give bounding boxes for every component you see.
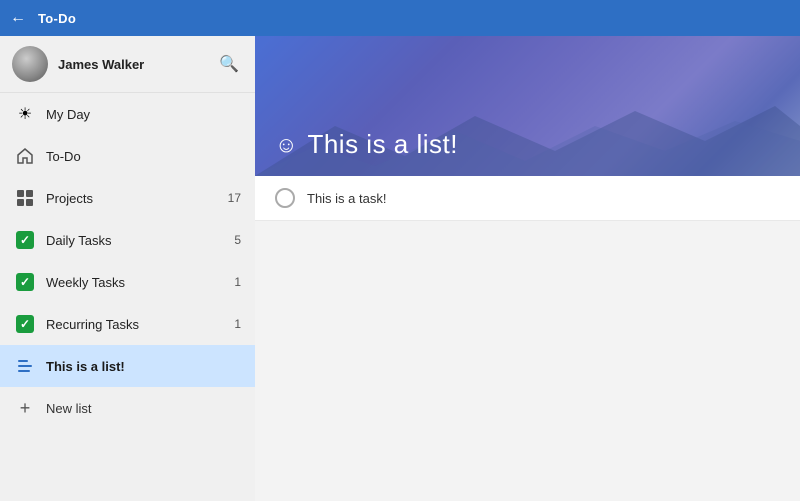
sidebar-item-label: Projects: [46, 191, 224, 206]
daily-tasks-count: 5: [234, 233, 241, 247]
table-row[interactable]: This is a task!: [255, 176, 800, 221]
sidebar-item-recurring-tasks[interactable]: Recurring Tasks 1: [0, 303, 255, 345]
back-button[interactable]: ←: [10, 9, 26, 27]
sidebar-header: James Walker 🔍: [0, 36, 255, 93]
sidebar-item-label: To-Do: [46, 149, 241, 164]
search-icon[interactable]: 🔍: [215, 50, 243, 78]
recurring-tasks-count: 1: [234, 317, 241, 331]
sidebar-item-weekly-tasks[interactable]: Weekly Tasks 1: [0, 261, 255, 303]
sidebar-item-label: Weekly Tasks: [46, 275, 230, 290]
content-title: This is a list!: [307, 129, 458, 160]
plus-icon: +: [14, 397, 36, 419]
sidebar-item-label: Daily Tasks: [46, 233, 230, 248]
content-header: ☺ This is a list!: [255, 36, 800, 176]
main-layout: James Walker 🔍 ☀ My Day To-Do: [0, 36, 800, 501]
new-list-label: New list: [46, 401, 92, 416]
user-name: James Walker: [58, 57, 215, 72]
checkbox-icon: [14, 229, 36, 251]
app-title: To-Do: [38, 11, 76, 26]
list-emoji-icon: ☺: [275, 132, 297, 158]
sidebar-item-to-do[interactable]: To-Do: [0, 135, 255, 177]
weekly-tasks-count: 1: [234, 275, 241, 289]
new-list-button[interactable]: + New list: [0, 387, 255, 429]
home-icon: [14, 145, 36, 167]
sidebar-item-my-day[interactable]: ☀ My Day: [0, 93, 255, 135]
sidebar-item-daily-tasks[interactable]: Daily Tasks 5: [0, 219, 255, 261]
sun-icon: ☀: [14, 103, 36, 125]
content-header-title: ☺ This is a list!: [275, 129, 458, 160]
title-bar: ← To-Do: [0, 0, 800, 36]
sidebar-item-this-is-a-list[interactable]: This is a list!: [0, 345, 255, 387]
task-text: This is a task!: [307, 191, 386, 206]
sidebar-item-label: My Day: [46, 107, 241, 122]
list-lines-icon: [14, 355, 36, 377]
sidebar-item-label: Recurring Tasks: [46, 317, 230, 332]
sidebar-item-projects[interactable]: Projects 17: [0, 177, 255, 219]
avatar[interactable]: [12, 46, 48, 82]
task-complete-circle[interactable]: [275, 188, 295, 208]
sidebar-item-label: This is a list!: [46, 359, 241, 374]
content-area: ☺ This is a list! This is a task!: [255, 36, 800, 501]
projects-count: 17: [228, 191, 241, 205]
task-list: This is a task!: [255, 176, 800, 501]
checkbox-icon: [14, 313, 36, 335]
grid-icon: [14, 187, 36, 209]
checkbox-icon: [14, 271, 36, 293]
sidebar: James Walker 🔍 ☀ My Day To-Do: [0, 36, 255, 501]
